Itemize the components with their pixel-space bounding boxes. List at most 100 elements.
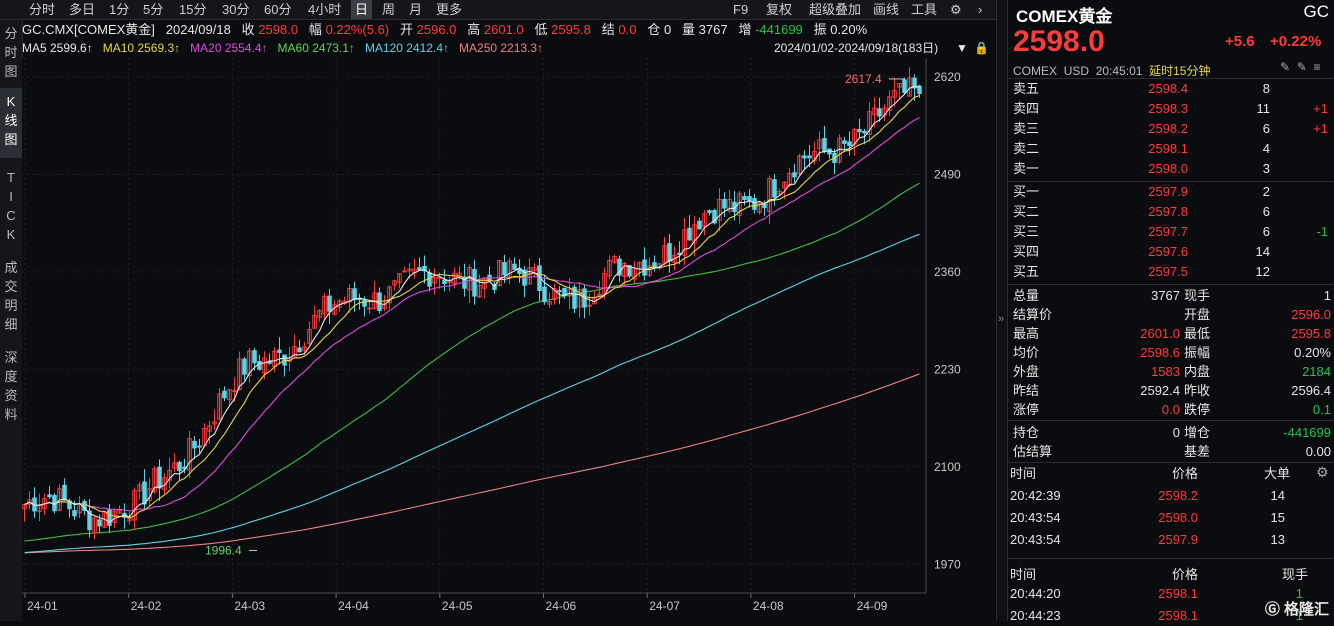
amp-label: 振 — [813, 22, 827, 37]
chevron-right-icon[interactable]: › — [978, 0, 982, 19]
y-tick-label: 2490 — [934, 167, 961, 181]
ask-qty: 3 — [1262, 161, 1270, 176]
y-tick-label: 2230 — [934, 362, 961, 376]
trade-price: 2598.0 — [1158, 510, 1198, 525]
candle-body — [847, 141, 852, 147]
instrument-name: COMEX黄金 — [1016, 7, 1113, 26]
candle-body — [62, 484, 67, 501]
candle-body — [367, 307, 372, 310]
candle-body — [97, 519, 102, 527]
kline-chart[interactable]: 2620 2490 2360 2230 2100 1970 24-01 24-02 24-03 2… — [22, 58, 996, 621]
bid-label: 买五 — [1013, 264, 1040, 279]
bid-row[interactable]: 买四 2597.6 14 — [1008, 242, 1334, 262]
stats-row: 均价 2598.6 振幅 0.20% — [1008, 343, 1334, 362]
date-range-label[interactable]: 2024/01/02-2024/09/18(183日) — [774, 39, 938, 57]
nav-depth-data[interactable]: 深度资料 — [0, 344, 22, 428]
candle-body — [502, 262, 507, 276]
period-day[interactable]: 日 — [351, 0, 373, 19]
stat-value: 2598.6 — [1140, 345, 1180, 360]
ask-label: 卖三 — [1013, 121, 1040, 136]
bid-row[interactable]: 买二 2597.8 6 — [1008, 202, 1334, 222]
f9-button[interactable]: F9 — [733, 0, 748, 19]
nav-tick[interactable]: TICK — [0, 164, 22, 248]
edit-icon[interactable]: ✎ — [1280, 60, 1290, 74]
ask-change: +1 — [1313, 101, 1328, 116]
period-week[interactable]: 周 — [382, 0, 395, 19]
nav-fenshitu[interactable]: 分时图 — [0, 20, 22, 82]
period-30m[interactable]: 30分 — [222, 0, 249, 19]
candle-body — [747, 196, 752, 202]
bid-label: 买一 — [1013, 184, 1040, 199]
candle-body — [242, 358, 247, 375]
stat-value: 2596.0 — [1291, 307, 1331, 322]
candle-body — [642, 259, 647, 276]
x-tick-label: 24-03 — [234, 599, 265, 613]
candle-body — [327, 295, 332, 312]
header-price: 价格 — [1171, 567, 1198, 582]
ask-qty: 4 — [1262, 141, 1270, 156]
stats-row: 持仓 0 增仓 -441699 — [1008, 423, 1334, 442]
high-value: 2601.0 — [483, 22, 524, 37]
period-4h[interactable]: 4小时 — [308, 0, 341, 19]
stat-label: 基差 — [1184, 444, 1211, 459]
candle-body — [742, 196, 747, 201]
ask-row[interactable]: 卖四 2598.3 11 +1 — [1008, 99, 1334, 119]
lock-icon[interactable]: 🔒 — [974, 39, 989, 57]
candle-body — [752, 198, 757, 210]
candle-body — [157, 466, 162, 489]
stat-label: 昨结 — [1013, 383, 1040, 398]
trades-header: 时间 价格 现手 — [1008, 565, 1334, 585]
ma250-legend: MA250 2213.3↑ — [459, 41, 544, 55]
period-5m[interactable]: 5分 — [143, 0, 163, 19]
fuquan-button[interactable]: 复权 — [766, 0, 792, 19]
trade-price: 2598.1 — [1158, 608, 1198, 623]
ma-legend-bar: MA5 2599.6↑ MA10 2569.3↑ MA20 2554.4↑ MA… — [22, 39, 996, 57]
change-value: 0.22%(5.6) — [325, 22, 390, 37]
y-tick-label: 2360 — [934, 265, 961, 279]
nav-trade-detail[interactable]: 成交明细 — [0, 254, 22, 338]
candle-body — [722, 199, 727, 209]
trade-price: 2598.2 — [1158, 488, 1198, 503]
ask-row[interactable]: 卖二 2598.1 4 — [1008, 139, 1334, 159]
edit2-icon[interactable]: ✎ — [1297, 60, 1307, 74]
trade-price: 2598.1 — [1158, 586, 1198, 601]
ask-row[interactable]: 卖一 2598.0 3 — [1008, 159, 1334, 179]
overlay-button[interactable]: 超级叠加 — [809, 0, 861, 19]
amp-value: 0.20% — [830, 22, 868, 37]
period-month[interactable]: 月 — [409, 0, 422, 19]
candle-body — [822, 138, 827, 152]
candle-body — [842, 140, 847, 144]
divider — [1008, 284, 1334, 285]
period-more[interactable]: 更多 — [436, 0, 462, 19]
bid-row[interactable]: 买五 2597.5 12 — [1008, 262, 1334, 282]
period-15m[interactable]: 15分 — [179, 0, 206, 19]
panel-splitter[interactable]: » — [996, 0, 1007, 621]
candle-body — [442, 279, 447, 285]
oi-value: 0 — [663, 22, 672, 37]
gear-icon[interactable]: ⚙ — [950, 0, 962, 19]
ask-row[interactable]: 卖五 2598.4 8 — [1008, 79, 1334, 99]
stat-value: 2595.8 — [1291, 326, 1331, 341]
bid-row[interactable]: 买一 2597.9 2 — [1008, 182, 1334, 202]
nav-kline[interactable]: K线图 — [0, 88, 22, 158]
bid-row[interactable]: 买三 2597.7 6 -1 — [1008, 222, 1334, 242]
menu-icon[interactable]: ≡ — [1313, 60, 1320, 74]
drawline-button[interactable]: 画线 — [873, 0, 899, 19]
settings-icon[interactable]: ⚙ — [1316, 464, 1329, 481]
period-60m[interactable]: 60分 — [264, 0, 291, 19]
trade-row: 20:43:54 2598.0 15 — [1008, 508, 1334, 528]
ask-price: 2598.0 — [1148, 161, 1188, 176]
dropdown-icon[interactable]: ▼ — [956, 39, 968, 57]
candle-body — [792, 172, 797, 178]
x-tick-label: 24-02 — [131, 599, 162, 613]
stat-value: 3767 — [1151, 288, 1180, 303]
period-1m[interactable]: 1分 — [109, 0, 129, 19]
expand-icon[interactable]: » — [998, 313, 1004, 325]
ask-row[interactable]: 卖三 2598.2 6 +1 — [1008, 119, 1334, 139]
x-tick-label: 24-07 — [649, 599, 680, 613]
period-duori[interactable]: 多日 — [69, 0, 95, 19]
candle-body — [802, 155, 807, 159]
high-label: 高 — [467, 22, 481, 37]
tools-button[interactable]: 工具 — [911, 0, 937, 19]
period-fenshi[interactable]: 分时 — [29, 0, 55, 19]
